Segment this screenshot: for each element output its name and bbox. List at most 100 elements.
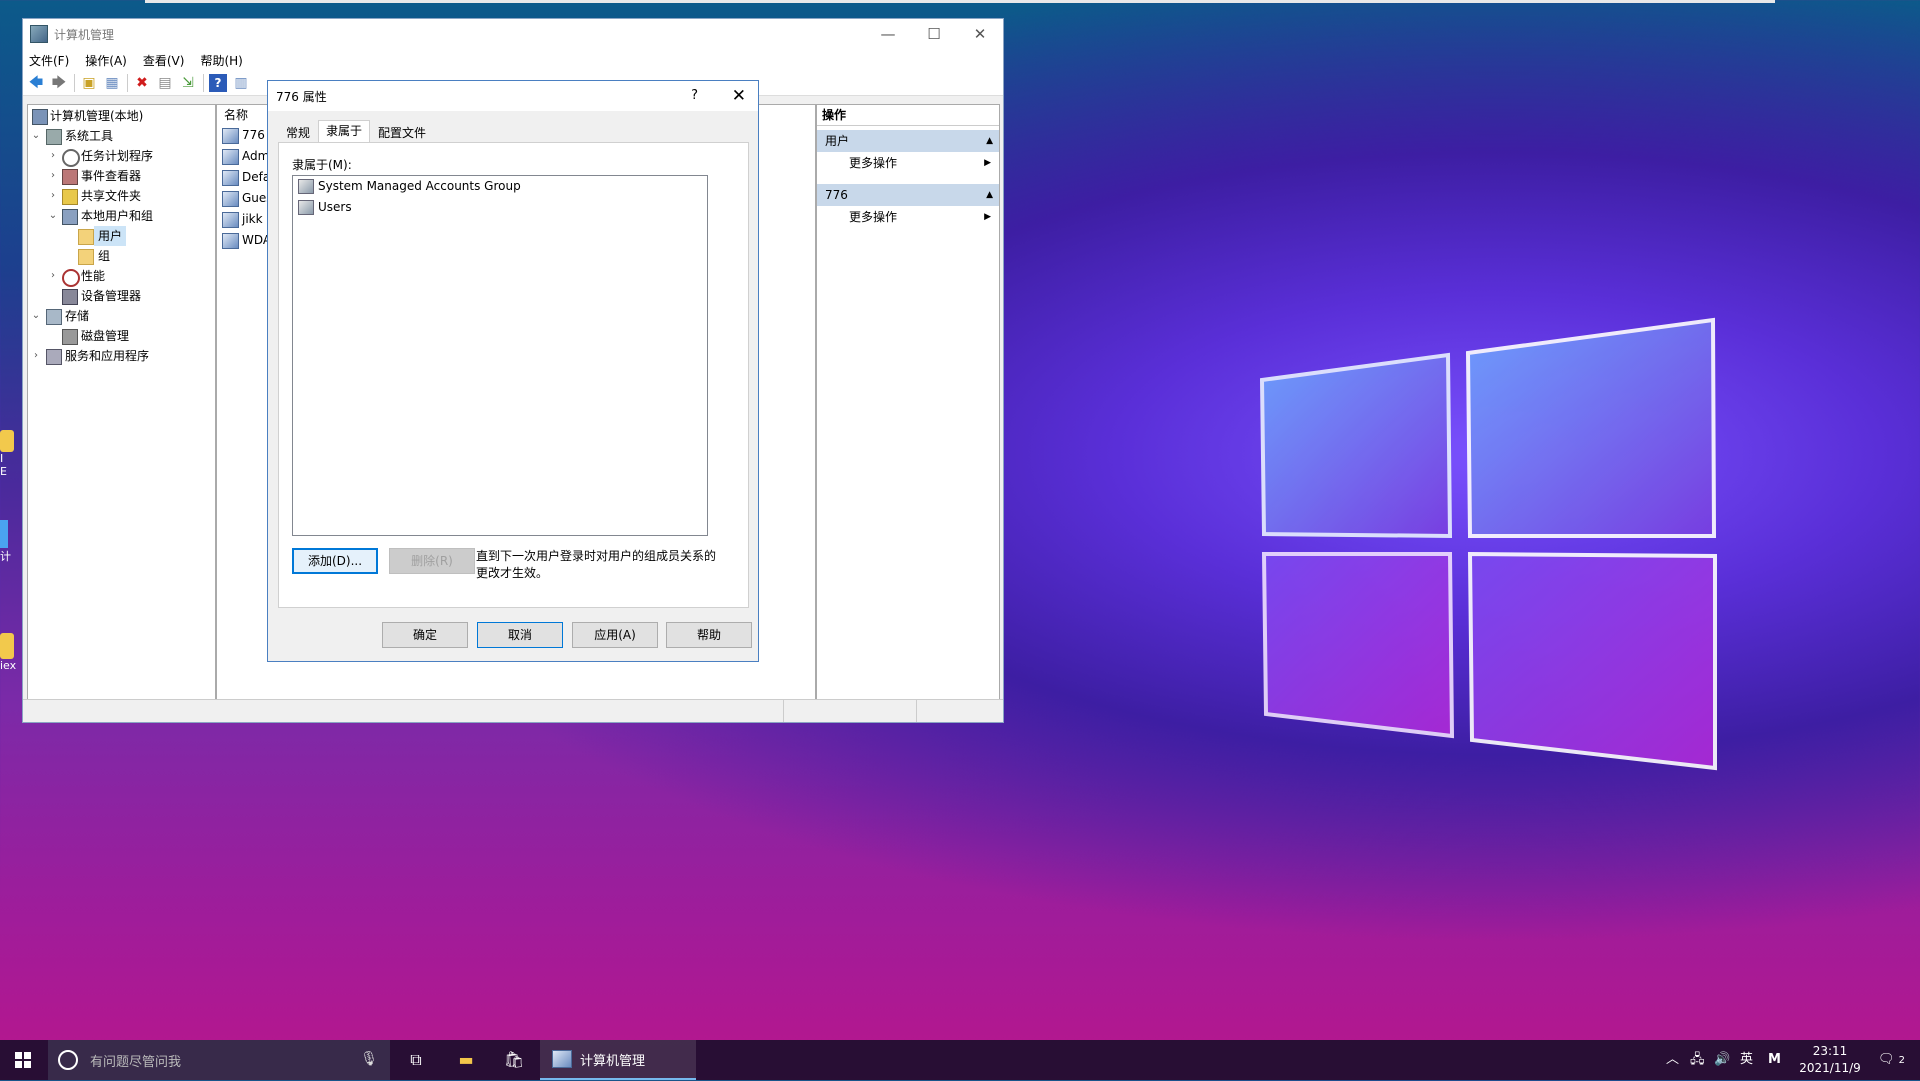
user-icon: [222, 232, 239, 249]
clock-time: 23:11: [1812, 1044, 1848, 1058]
action-section-users[interactable]: 用户 ▲: [817, 130, 999, 152]
windows-logo-wallpaper: [1260, 317, 1717, 771]
window-titlebar[interactable]: 计算机管理 — ☐ ✕: [23, 19, 1003, 49]
microphone-icon[interactable]: 🎙: [360, 1051, 378, 1067]
tab-profile[interactable]: 配置文件: [370, 122, 434, 144]
taskbar-clock[interactable]: 23:11 2021/11/9: [1790, 1043, 1870, 1077]
performance-icon: [62, 269, 80, 287]
help-icon[interactable]: ?: [209, 74, 227, 92]
cancel-button[interactable]: 取消: [477, 622, 563, 648]
network-icon[interactable]: 🖧: [1690, 1040, 1705, 1080]
remove-group-button[interactable]: 删除(R): [389, 548, 475, 574]
taskbar: 有问题尽管问我 🎙 ⧉ ▬ 🛍 计算机管理 ︿ 🖧 🔊 英 M 23:11 20…: [0, 1040, 1920, 1080]
user-icon: [222, 148, 239, 165]
store-icon[interactable]: 🛍: [490, 1040, 538, 1080]
collapse-up-icon[interactable]: ▲: [986, 184, 993, 206]
tree-item-device-manager[interactable]: 设备管理器: [28, 286, 215, 306]
tree-item-performance[interactable]: › 性能: [28, 266, 215, 287]
tree-item-event-viewer[interactable]: › 事件查看器: [28, 166, 215, 186]
chevron-down-icon[interactable]: ⌄: [47, 206, 59, 226]
group-list[interactable]: System Managed Accounts Group Users: [292, 175, 708, 536]
back-icon[interactable]: 🡄: [27, 74, 45, 92]
task-view-icon[interactable]: ⧉: [392, 1040, 440, 1080]
volume-icon[interactable]: 🔊: [1714, 1040, 1730, 1080]
chevron-down-icon[interactable]: ⌄: [30, 306, 42, 326]
dialog-title: 776 属性: [276, 89, 327, 104]
chevron-right-icon[interactable]: ›: [47, 166, 59, 186]
chevron-right-icon: ▶: [984, 158, 991, 168]
desktop-icon-fragment[interactable]: I E: [0, 430, 24, 478]
list-item[interactable]: System Managed Accounts Group: [293, 176, 707, 197]
delete-icon[interactable]: ✖: [133, 74, 151, 92]
forward-icon[interactable]: 🡆: [50, 74, 68, 92]
help-button[interactable]: 帮助: [666, 622, 752, 648]
more-actions-776[interactable]: 更多操作 ▶: [817, 206, 999, 228]
user-icon: [222, 211, 239, 228]
tree-item-label: 事件查看器: [81, 169, 142, 183]
console-tree: 计算机管理(本地) ⌄ 系统工具 › 任务计划程序 › 事件查看器 › 共享文件…: [27, 104, 216, 704]
cortana-icon: [58, 1050, 78, 1070]
show-hide-tree-icon[interactable]: ▦: [103, 74, 121, 92]
collapse-up-icon[interactable]: ▲: [986, 130, 993, 152]
list-item[interactable]: Users: [293, 197, 707, 218]
folder-icon: [78, 229, 94, 245]
user-properties-dialog[interactable]: 776 属性 ? ✕ 常规 隶属于 配置文件 隶属于(M): System Ma…: [267, 80, 759, 662]
tree-item-storage[interactable]: ⌄ 存储: [28, 306, 215, 326]
tree-item-shared-folders[interactable]: › 共享文件夹: [28, 186, 215, 206]
tab-member-of[interactable]: 隶属于: [318, 120, 371, 143]
tree-item-label: 存储: [65, 309, 90, 323]
chevron-right-icon[interactable]: ›: [30, 346, 42, 366]
show-hidden-icons-chevron-up-icon[interactable]: ︿: [1666, 1040, 1679, 1080]
member-of-panel: 隶属于(M): System Managed Accounts Group Us…: [278, 142, 749, 608]
menu-action[interactable]: 操作(A): [85, 52, 127, 69]
menu-file[interactable]: 文件(F): [29, 52, 69, 69]
menu-view[interactable]: 查看(V): [143, 52, 185, 69]
start-button[interactable]: [0, 1040, 46, 1080]
taskbar-app-computer-management[interactable]: 计算机管理: [540, 1040, 696, 1080]
tree-item-label: 组: [98, 249, 111, 263]
taskbar-search-box[interactable]: 有问题尽管问我 🎙: [48, 1040, 390, 1080]
tree-item-groups[interactable]: 组: [28, 246, 215, 266]
ime-language-indicator[interactable]: 英: [1740, 1040, 1753, 1080]
close-button[interactable]: ✕: [957, 19, 1003, 49]
tree-item-disk-management[interactable]: 磁盘管理: [28, 326, 215, 346]
device-manager-icon: [62, 289, 78, 305]
more-actions-users[interactable]: 更多操作 ▶: [817, 152, 999, 174]
desktop-icon-fragment[interactable]: 计: [0, 520, 24, 564]
tree-item-computer-management[interactable]: 计算机管理(本地): [28, 106, 215, 126]
group-icon: [298, 179, 314, 194]
ime-mode-indicator[interactable]: M: [1768, 1040, 1781, 1080]
dialog-titlebar[interactable]: 776 属性 ? ✕: [268, 81, 758, 111]
chevron-down-icon[interactable]: ⌄: [30, 126, 42, 146]
add-group-button[interactable]: 添加(D)...: [292, 548, 378, 574]
tree-item-services-apps[interactable]: › 服务和应用程序: [28, 346, 215, 366]
properties-icon[interactable]: ▤: [156, 74, 174, 92]
computer-management-icon: [30, 25, 48, 43]
desktop-icon-label: iex: [0, 659, 17, 672]
desktop-icon-label: 计: [0, 550, 11, 563]
minimize-button[interactable]: —: [865, 19, 911, 49]
action-section-776[interactable]: 776 ▲: [817, 184, 999, 206]
menu-help[interactable]: 帮助(H): [200, 52, 242, 69]
notification-icon: 🗨: [1878, 1052, 1895, 1067]
desktop-icon-fragment[interactable]: iex: [0, 633, 24, 672]
help-context-button[interactable]: ?: [691, 81, 698, 111]
tab-general[interactable]: 常规: [278, 122, 318, 144]
close-icon[interactable]: ✕: [732, 81, 746, 111]
tree-item-system-tools[interactable]: ⌄ 系统工具: [28, 126, 215, 146]
tree-item-local-users-groups[interactable]: ⌄ 本地用户和组: [28, 206, 215, 226]
apply-button[interactable]: 应用(A): [572, 622, 658, 648]
chevron-right-icon[interactable]: ›: [47, 266, 59, 286]
action-center-button[interactable]: 🗨 2: [1878, 1040, 1905, 1080]
tree-item-users[interactable]: 用户: [28, 226, 215, 246]
export-list-icon[interactable]: ⇲: [179, 74, 197, 92]
maximize-button[interactable]: ☐: [911, 19, 957, 49]
dialog-tabs: 常规 隶属于 配置文件: [278, 120, 434, 144]
tree-item-task-scheduler[interactable]: › 任务计划程序: [28, 146, 215, 167]
chevron-right-icon[interactable]: ›: [47, 186, 59, 206]
ok-button[interactable]: 确定: [382, 622, 468, 648]
show-action-pane-icon[interactable]: ▥: [232, 74, 250, 92]
chevron-right-icon[interactable]: ›: [47, 146, 59, 166]
file-explorer-icon[interactable]: ▬: [442, 1040, 490, 1080]
up-folder-icon[interactable]: ▣: [80, 74, 98, 92]
